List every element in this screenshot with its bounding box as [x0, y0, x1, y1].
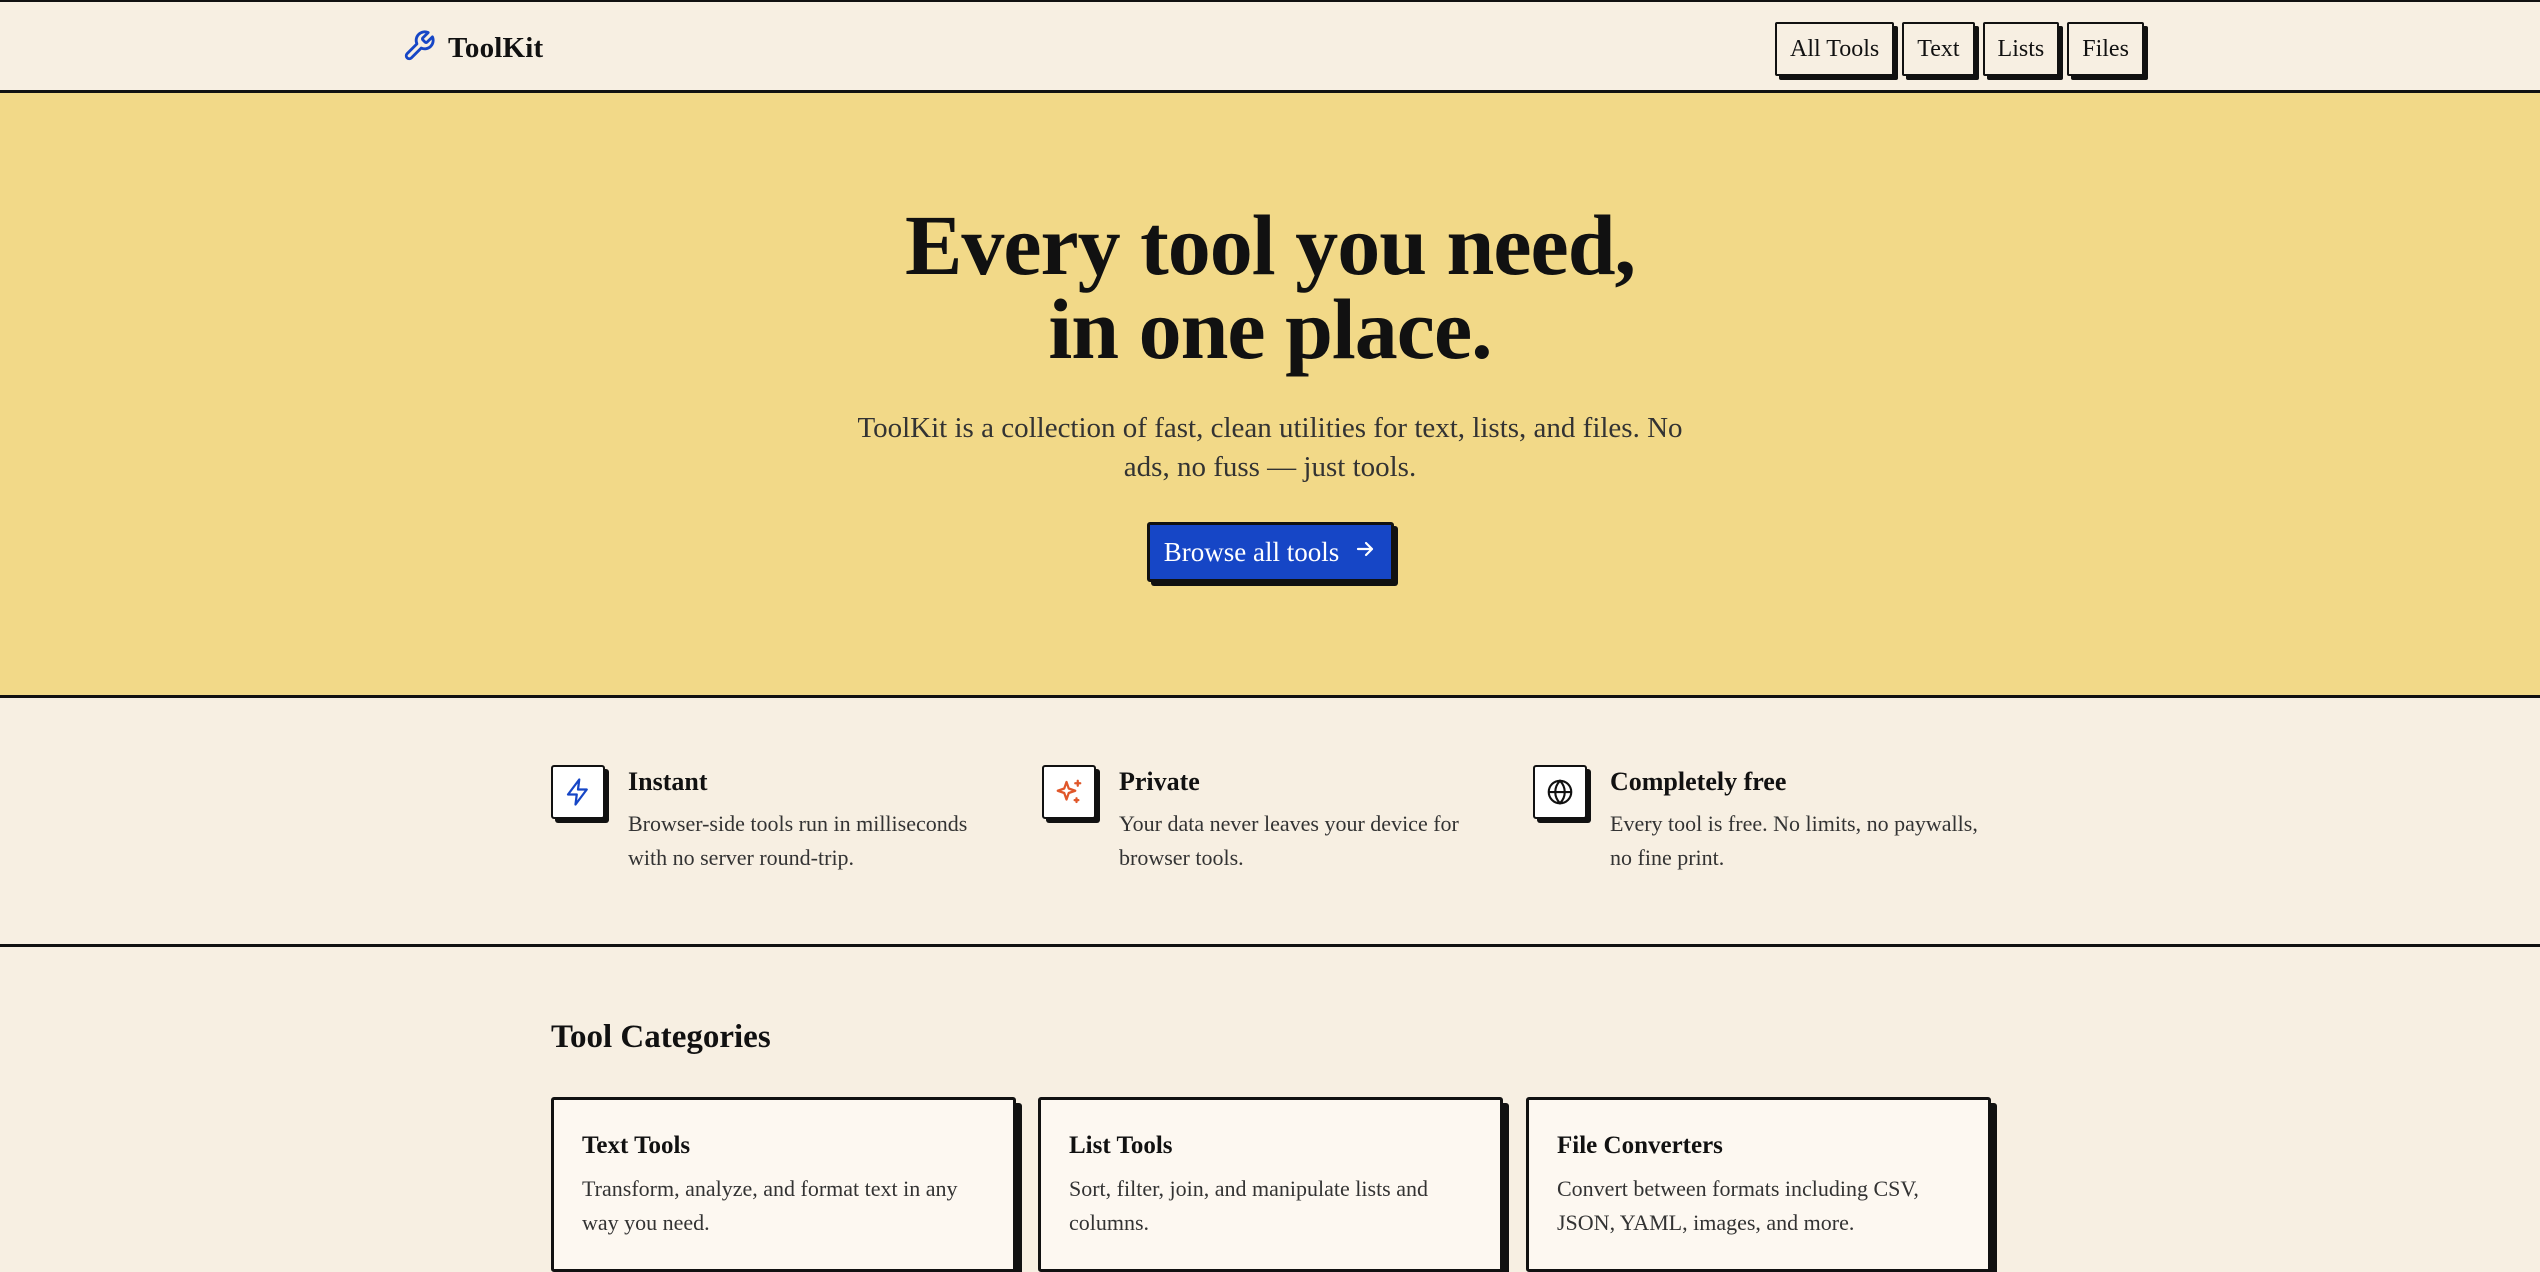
- features-section: Instant Browser-side tools run in millis…: [0, 698, 2540, 947]
- brand-name: ToolKit: [448, 31, 544, 64]
- hero-title: Every tool you need, in one place.: [0, 202, 2540, 372]
- hero-subtitle: ToolKit is a collection of fast, clean u…: [857, 412, 1683, 483]
- main-nav: All Tools Text Lists Files: [1775, 22, 2144, 76]
- hero-title-line2: in one place.: [1048, 281, 1492, 377]
- tool-categories-heading: Tool Categories: [551, 1019, 771, 1055]
- category-card-file-converters[interactable]: File Converters Convert between formats …: [1526, 1097, 1991, 1272]
- feature-title: Instant: [628, 767, 708, 796]
- arrow-right-icon: [1353, 537, 1377, 568]
- category-card-list-tools[interactable]: List Tools Sort, filter, join, and manip…: [1038, 1097, 1503, 1272]
- site-header: ToolKit All Tools Text Lists Files: [0, 0, 2540, 93]
- nav-lists[interactable]: Lists: [1982, 22, 2060, 76]
- browse-all-tools-button[interactable]: Browse all tools: [1147, 522, 1394, 582]
- card-title: Text Tools: [582, 1132, 691, 1159]
- feature-desc: Browser-side tools run in milliseconds w…: [628, 811, 968, 870]
- card-title: File Converters: [1557, 1132, 1723, 1159]
- hero-title-line1: Every tool you need,: [904, 197, 1636, 293]
- cta-label: Browse all tools: [1163, 536, 1340, 567]
- card-title: List Tools: [1069, 1132, 1173, 1159]
- lightning-icon: [551, 765, 605, 819]
- globe-icon: [1533, 765, 1587, 819]
- nav-all-tools[interactable]: All Tools: [1775, 22, 1895, 76]
- card-desc: Transform, analyze, and format text in a…: [582, 1176, 958, 1235]
- nav-files[interactable]: Files: [2067, 22, 2144, 76]
- category-card-text-tools[interactable]: Text Tools Transform, analyze, and forma…: [551, 1097, 1016, 1272]
- brand-logo[interactable]: ToolKit: [402, 29, 544, 68]
- feature-title: Private: [1119, 767, 1200, 796]
- feature-desc: Your data never leaves your device for b…: [1119, 811, 1459, 870]
- feature-title: Completely free: [1610, 767, 1787, 796]
- sparkle-icon: [1042, 765, 1096, 819]
- nav-text[interactable]: Text: [1902, 22, 1975, 76]
- card-desc: Convert between formats including CSV, J…: [1557, 1176, 1919, 1235]
- card-desc: Sort, filter, join, and manipulate lists…: [1069, 1176, 1429, 1235]
- feature-desc: Every tool is free. No limits, no paywal…: [1610, 811, 1978, 870]
- wrench-icon: [402, 29, 436, 68]
- hero-section: Every tool you need, in one place. ToolK…: [0, 93, 2540, 698]
